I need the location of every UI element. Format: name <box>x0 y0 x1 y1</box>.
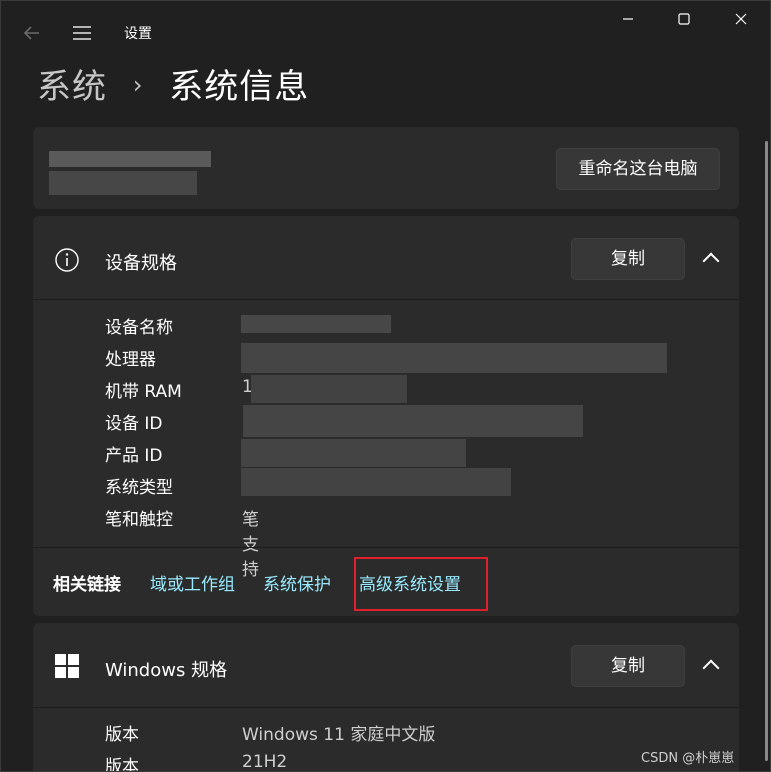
spec-rows: 设备名称 处理器 机带 RAM 1 设备 ID 产品 ID 系统类型 笔和触控 … <box>105 313 259 580</box>
device-specs-card: 设备规格 复制 设备名称 处理器 机带 RAM 1 设备 ID 产品 ID 系统… <box>33 216 739 616</box>
device-specs-title: 设备规格 <box>105 253 177 274</box>
redacted-ram <box>251 375 407 403</box>
breadcrumb-separator: › <box>132 71 144 99</box>
spec-label: 设备 ID <box>105 414 163 434</box>
copy-windows-specs-button[interactable]: 复制 <box>571 645 685 687</box>
redacted-product-id <box>241 439 466 467</box>
spec-label: 产品 ID <box>105 446 163 466</box>
redacted-device-id <box>243 405 583 437</box>
maximize-icon[interactable] <box>664 6 704 36</box>
device-name-card: 重命名这台电脑 <box>33 127 739 209</box>
page-title: 系统信息 <box>169 67 310 107</box>
back-arrow-icon[interactable] <box>19 21 45 45</box>
divider <box>33 707 739 708</box>
spec-label: 版本 <box>105 757 139 772</box>
spec-label: 笔和触控 <box>105 510 173 530</box>
spec-label: 设备名称 <box>105 318 173 338</box>
link-domain-workgroup[interactable]: 域或工作组 <box>150 570 235 595</box>
hamburger-icon[interactable] <box>69 23 95 43</box>
redacted-system-type <box>241 468 511 496</box>
chevron-up-icon[interactable] <box>702 659 720 677</box>
redacted-processor <box>241 343 667 373</box>
spec-value: 21H2 <box>242 752 288 772</box>
breadcrumb-parent[interactable]: 系统 <box>37 67 107 107</box>
windows-spec-row-version: 版本 21H2 <box>105 752 705 772</box>
windows-specs-title: Windows 规格 <box>105 660 228 681</box>
spec-value: Windows 11 家庭中文版 <box>242 725 436 745</box>
spec-label: 版本 <box>105 725 139 745</box>
window-title: 设置 <box>124 26 152 42</box>
redacted-device-name <box>241 315 391 333</box>
info-icon <box>53 246 81 274</box>
settings-window: 设置 系统 › 系统信息 重命名这台电脑 设备规格 复制 设备名称 处理器 机带… <box>0 0 771 772</box>
copy-device-specs-button[interactable]: 复制 <box>571 238 685 280</box>
windows-spec-row-edition: 版本 Windows 11 家庭中文版 <box>105 720 705 745</box>
minimize-icon[interactable] <box>608 6 648 36</box>
windows-logo-icon <box>53 652 81 680</box>
breadcrumb: 系统 › 系统信息 <box>37 59 309 108</box>
spec-label: 处理器 <box>105 350 156 370</box>
divider <box>33 547 739 548</box>
highlight-box <box>354 557 488 611</box>
divider <box>33 299 739 300</box>
spec-row-system-type: 系统类型 <box>105 473 182 505</box>
spec-row-product-id: 产品 ID <box>105 441 182 473</box>
chevron-up-icon[interactable] <box>702 252 720 270</box>
spec-row-device-id: 设备 ID <box>105 409 182 441</box>
scrollbar[interactable] <box>765 141 768 761</box>
link-system-protection[interactable]: 系统保护 <box>263 570 331 595</box>
spec-row-device-name: 设备名称 <box>105 313 182 345</box>
spec-row-pen-touch: 笔和触控 笔支持 <box>105 505 259 580</box>
spec-row-ram: 机带 RAM 1 <box>105 377 253 409</box>
windows-specs-card: Windows 规格 复制 版本 Windows 11 家庭中文版 版本 21H… <box>33 623 739 772</box>
close-icon[interactable] <box>721 6 761 36</box>
spec-value: 笔支持 <box>242 510 259 580</box>
watermark: CSDN @朴崽崽 <box>641 751 735 766</box>
device-name-redacted <box>49 151 211 167</box>
related-links-label: 相关链接 <box>53 575 121 595</box>
spec-label: 机带 RAM <box>105 382 182 402</box>
device-model-redacted <box>49 171 197 195</box>
spec-label: 系统类型 <box>105 478 173 498</box>
spec-row-processor: 处理器 <box>105 345 182 377</box>
rename-pc-button[interactable]: 重命名这台电脑 <box>556 148 720 190</box>
